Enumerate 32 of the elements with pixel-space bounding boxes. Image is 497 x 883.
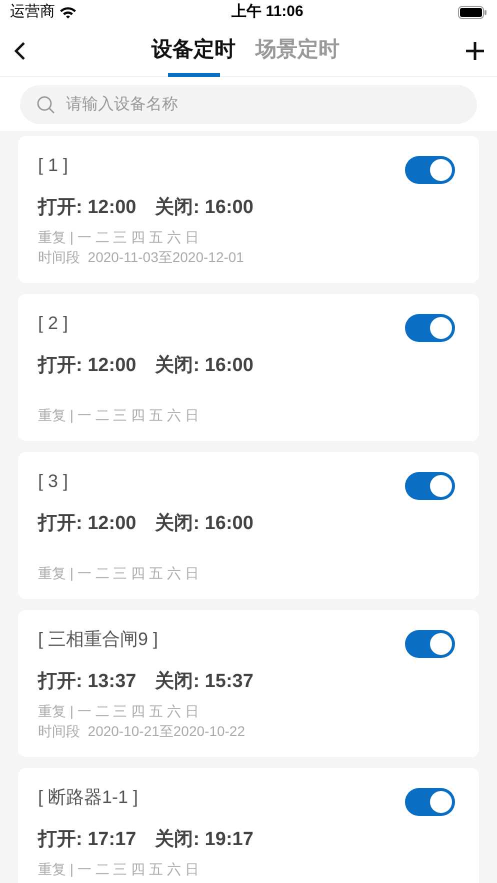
carrier-label: 运营商: [10, 2, 55, 22]
timer-times: 打开: 13:37 关闭: 15:37: [38, 670, 254, 694]
status-time: 上午 11:06: [232, 2, 304, 22]
repeat-days: 重复 | 一 二 三 四 五 六 日: [38, 404, 455, 424]
repeat-days: 重复 | 一 二 三 四 五 六 日: [38, 858, 455, 878]
timer-times: 打开: 12:00 关闭: 16:00: [38, 196, 254, 220]
timer-name: [ 1 ]: [38, 154, 68, 177]
date-range: 时间段 2020-11-03至2020-12-01: [38, 248, 245, 266]
tab[interactable]: 设备定时: [152, 24, 236, 78]
toggle-switch[interactable]: [405, 630, 455, 658]
repeat-days: 重复 | 一 二 三 四 五 六 日: [38, 700, 455, 720]
toggle-switch[interactable]: [405, 788, 455, 816]
search-input[interactable]: 请输入设备名称: [64, 92, 461, 118]
search-field[interactable]: 请输入设备名称: [20, 85, 477, 124]
timer-times: 打开: 12:00 关闭: 16:00: [38, 354, 254, 378]
timer-name: [ 2 ]: [38, 312, 68, 335]
search-icon: [36, 94, 56, 114]
timer-name: [ 三相重合闸9 ]: [38, 628, 158, 651]
wifi-icon: [59, 6, 77, 19]
add-icon[interactable]: [465, 40, 485, 60]
repeat-days: 重复 | 一 二 三 四 五 六 日: [38, 562, 455, 582]
repeat-days: 重复 | 一 二 三 四 五 六 日: [38, 226, 455, 246]
toggle-switch[interactable]: [405, 314, 455, 342]
battery-icon: [458, 6, 487, 19]
timer-name: [ 断路器1-1 ]: [38, 786, 138, 809]
date-range: 时间段 2020-10-21至2020-10-22: [38, 722, 246, 740]
timer-name: [ 3 ]: [38, 470, 68, 493]
timer-times: 打开: 12:00 关闭: 16:00: [38, 512, 254, 536]
timer-times: 打开: 17:17 关闭: 19:17: [38, 828, 254, 852]
toggle-switch[interactable]: [405, 472, 455, 500]
back-icon[interactable]: [14, 40, 26, 60]
toggle-switch[interactable]: [405, 156, 455, 184]
